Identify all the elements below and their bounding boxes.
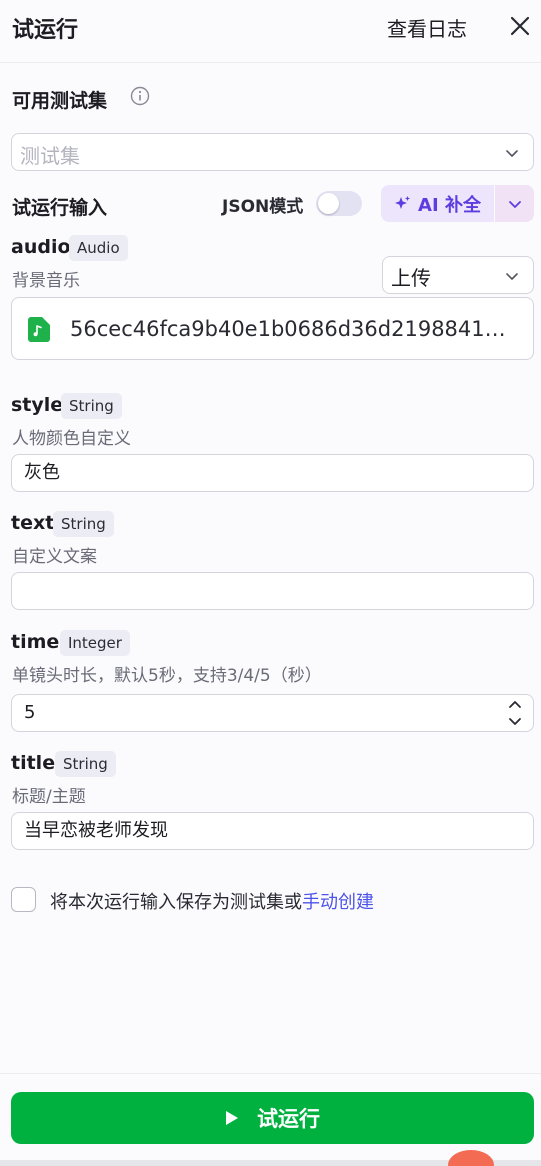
info-icon[interactable] — [130, 86, 150, 106]
chevron-down-icon — [506, 150, 518, 157]
ai-complete-button[interactable]: AI 补全 — [381, 185, 494, 222]
test-run-label: 试运行 — [257, 1107, 320, 1131]
type-tag-title: String — [55, 751, 116, 777]
header: 试运行 查看日志 — [0, 0, 541, 63]
field-name-title: title — [11, 752, 56, 774]
field-desc-text: 自定义文案 — [12, 547, 97, 567]
audio-file-icon — [28, 317, 50, 342]
field-name-audio: audio — [11, 236, 71, 258]
number-stepper-icon[interactable] — [505, 696, 525, 730]
chevron-down-icon — [509, 201, 521, 208]
manual-create-link[interactable]: 手动创建 — [302, 892, 374, 913]
type-tag-style: String — [61, 393, 122, 419]
type-tag-audio: Audio — [69, 235, 128, 261]
json-mode-toggle[interactable] — [316, 191, 362, 216]
audio-mode-select[interactable]: 上传 — [382, 256, 534, 294]
view-logs-button[interactable]: 查看日志 — [387, 13, 467, 42]
audio-mode-value: 上传 — [391, 266, 431, 290]
field-desc-audio: 背景音乐 — [12, 271, 80, 291]
ai-complete-label: AI 补全 — [418, 194, 481, 216]
field-name-time: time — [11, 631, 60, 653]
test-run-button[interactable]: 试运行 — [11, 1092, 534, 1144]
style-input[interactable]: 灰色 — [11, 454, 534, 492]
time-number-input[interactable]: 5 — [11, 694, 534, 732]
floating-assistant-icon[interactable] — [448, 1150, 494, 1166]
audio-file-name: 56cec46fca9b40e1b0686d36d2198841.MP3 — [70, 317, 510, 341]
save-testset-text: 将本次运行输入保存为测试集或手动创建 — [50, 888, 374, 914]
save-testset-label: 将本次运行输入保存为测试集或 — [50, 892, 302, 913]
testset-placeholder: 测试集 — [20, 144, 80, 168]
field-name-style: style — [11, 394, 64, 416]
save-testset-checkbox[interactable] — [11, 887, 36, 912]
chevron-down-icon — [506, 273, 518, 280]
close-icon[interactable] — [508, 14, 532, 38]
field-desc-style: 人物颜色自定义 — [12, 429, 131, 449]
toggle-knob — [318, 193, 339, 214]
title-input[interactable]: 当早恋被老师发现 — [11, 812, 534, 850]
type-tag-time: Integer — [60, 630, 130, 656]
json-mode-label: JSON模式 — [222, 197, 304, 217]
footer-divider — [0, 1073, 541, 1074]
audio-file-box[interactable]: 56cec46fca9b40e1b0686d36d2198841.MP3 — [11, 297, 534, 360]
sparkle-icon — [395, 195, 411, 209]
field-name-text: text — [11, 512, 55, 534]
text-input[interactable] — [11, 572, 534, 610]
play-icon — [226, 1111, 238, 1125]
type-tag-text: String — [53, 511, 114, 537]
testset-select[interactable]: 测试集 — [11, 133, 534, 171]
page-title: 试运行 — [12, 18, 79, 43]
ai-complete-dropdown[interactable] — [495, 185, 534, 222]
testset-label: 可用测试集 — [12, 90, 108, 112]
field-desc-title: 标题/主题 — [12, 787, 86, 807]
field-desc-time: 单镜头时长，默认5秒，支持3/4/5（秒） — [12, 666, 322, 686]
run-input-label: 试运行输入 — [12, 197, 108, 219]
